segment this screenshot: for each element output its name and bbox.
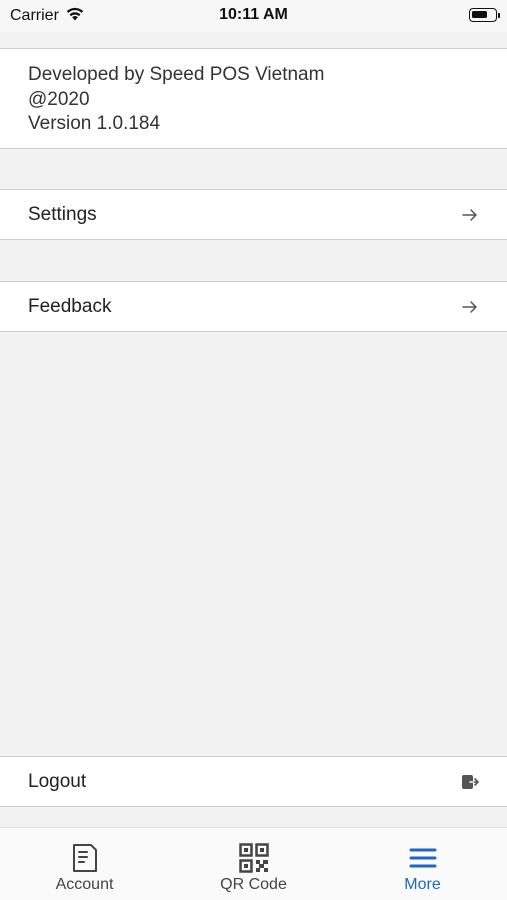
qr-code-icon xyxy=(238,842,270,874)
document-icon xyxy=(69,842,101,874)
tab-account-label: Account xyxy=(55,876,114,893)
version-text: Version 1.0.184 xyxy=(28,113,161,134)
tab-qr-code[interactable]: QR Code xyxy=(169,828,338,900)
feedback-label: Feedback xyxy=(28,295,112,317)
logout-label: Logout xyxy=(28,770,87,792)
battery-level xyxy=(472,11,487,18)
arrow-right-icon xyxy=(461,206,479,224)
status-bar: Carrier 10:11 AM xyxy=(0,0,507,32)
tab-more[interactable]: More xyxy=(338,828,507,900)
settings-label: Settings xyxy=(28,203,97,225)
battery-icon xyxy=(469,8,500,22)
tab-qr-code-label: QR Code xyxy=(220,876,287,893)
arrow-right-icon xyxy=(461,298,479,316)
logout-row[interactable]: Logout xyxy=(0,756,507,807)
about-section: Developed by Speed POS Vietnam @2020 Ver… xyxy=(0,48,507,149)
tab-more-label: More xyxy=(404,876,441,893)
developer-text: Developed by Speed POS Vietnam xyxy=(28,64,325,85)
more-screen: Carrier 10:11 AM Developed by Speed POS … xyxy=(0,0,507,900)
logout-icon xyxy=(461,773,479,791)
tab-account[interactable]: Account xyxy=(0,828,169,900)
year-text: @2020 xyxy=(28,88,90,110)
feedback-row[interactable]: Feedback xyxy=(0,281,507,332)
status-time: 10:11 AM xyxy=(219,6,288,23)
tab-bar: Account QR Code More xyxy=(0,827,507,900)
menu-icon xyxy=(407,842,439,874)
settings-row[interactable]: Settings xyxy=(0,189,507,240)
